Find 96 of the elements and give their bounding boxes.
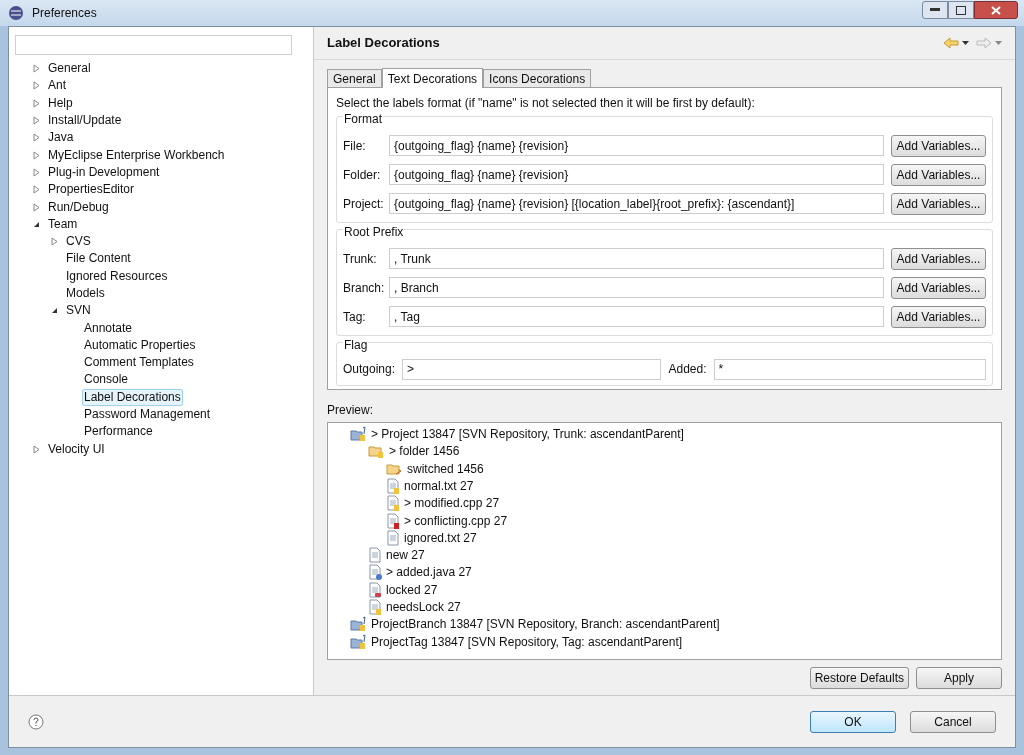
preview-item: > modified.cpp 27: [404, 495, 500, 513]
collapsed-arrow-icon[interactable]: [51, 237, 58, 247]
tree-item[interactable]: Label Decorations: [82, 388, 183, 406]
app-icon: [8, 5, 24, 21]
preview-item: > Project 13847 [SVN Repository, Trunk: ascendantParent]: [371, 426, 684, 444]
tree-item[interactable]: Password Management: [82, 406, 213, 424]
preview-item: new 27: [386, 547, 425, 565]
tree-item[interactable]: Console: [82, 371, 131, 389]
tree-item[interactable]: Install/Update: [46, 112, 124, 130]
tree-item[interactable]: Run/Debug: [46, 198, 111, 216]
tree-item[interactable]: Velocity UI: [46, 440, 107, 458]
file-icon: [386, 477, 400, 494]
field-label: Tag:: [343, 308, 367, 326]
file-icon: [368, 547, 382, 564]
tree-item[interactable]: File Content: [64, 250, 133, 268]
format-field[interactable]: , Trunk: [389, 248, 884, 270]
maximize-button[interactable]: [948, 1, 974, 19]
tree-item[interactable]: Comment Templates: [82, 354, 196, 372]
filter-field[interactable]: [15, 35, 292, 55]
field-label: File:: [343, 137, 367, 155]
field-label: Trunk:: [343, 250, 378, 268]
field-label: Added:: [668, 361, 707, 379]
folder-icon: [386, 461, 403, 476]
tab[interactable]: General: [327, 69, 382, 88]
project-folder-icon: [350, 616, 367, 633]
folder-icon: [368, 444, 385, 459]
maximize-icon: [956, 5, 966, 15]
preview-item: ProjectTag 13847 [SVN Repository, Tag: ascendantParent]: [371, 633, 683, 651]
dialog-button[interactable]: OK: [810, 710, 896, 733]
tab[interactable]: Text Decorations: [381, 68, 484, 89]
tree-item[interactable]: Team: [46, 215, 80, 233]
field-label: Outgoing:: [343, 361, 396, 379]
close-button[interactable]: [974, 1, 1018, 19]
tree-item[interactable]: Ant: [46, 77, 68, 95]
tree-item[interactable]: Plug-in Development: [46, 163, 162, 181]
preview-label: Preview:: [327, 402, 374, 420]
tree-item[interactable]: Models: [64, 285, 107, 302]
add-variables-button[interactable]: Add Variables...: [891, 305, 986, 328]
dropdown-caret-icon[interactable]: [962, 41, 969, 46]
add-variables-button[interactable]: Add Variables...: [891, 134, 986, 157]
preview-item: ProjectBranch 13847 [SVN Repository, Branch: ascendantParent]: [371, 616, 720, 634]
page-title: Label Decorations: [327, 34, 440, 53]
add-variables-button[interactable]: Add Variables...: [891, 163, 986, 186]
add-variables-button[interactable]: Add Variables...: [891, 247, 986, 270]
format-field[interactable]: {outgoing_flag} {name} {revision} [{location_label}{root_prefix}: {ascendant}]: [389, 193, 884, 215]
minimize-icon: [930, 8, 940, 12]
minimize-button[interactable]: [922, 1, 948, 19]
expanded-arrow-icon[interactable]: [51, 307, 58, 315]
project-folder-icon: [350, 633, 367, 650]
field-label: Folder:: [343, 166, 382, 184]
tree-item[interactable]: Java: [46, 129, 76, 147]
field-label: Branch:: [343, 279, 386, 297]
preview-item: needsLock 27: [386, 599, 461, 616]
file-icon: [368, 599, 382, 615]
help-icon[interactable]: [28, 713, 44, 730]
preview-item: locked 27: [386, 581, 438, 599]
close-icon: [991, 5, 1001, 15]
tree-item[interactable]: Annotate: [82, 319, 135, 337]
dialog-button[interactable]: Cancel: [910, 710, 996, 733]
tree-item[interactable]: CVS: [64, 233, 93, 251]
tree-item[interactable]: Performance: [82, 423, 155, 441]
tab[interactable]: Icons Decorations: [483, 69, 592, 88]
tree-item[interactable]: Automatic Properties: [82, 336, 198, 354]
file-icon: [386, 529, 400, 546]
preview-item: > conflicting.cpp 27: [404, 512, 508, 530]
preview-item: normal.txt 27: [404, 477, 474, 495]
instructions-text: Select the labels format (if "name" is not selected then it will be first by default):: [336, 95, 756, 113]
file-icon: [386, 512, 400, 529]
preview-item: > added.java 27: [386, 564, 472, 582]
file-icon: [386, 495, 400, 512]
add-variables-button[interactable]: Add Variables...: [891, 276, 986, 299]
preview-item: > folder 1456: [389, 443, 460, 461]
page-button[interactable]: Apply: [916, 667, 1002, 689]
preview-item: switched 1456: [407, 460, 484, 478]
tree-item[interactable]: PropertiesEditor: [46, 181, 137, 199]
file-icon: [368, 581, 382, 598]
window-title: Preferences: [32, 5, 97, 22]
file-icon: [368, 564, 382, 581]
preview-item: ignored.txt 27: [404, 529, 477, 547]
field-label: Project:: [343, 195, 385, 213]
tree-item[interactable]: SVN: [64, 302, 93, 320]
expanded-arrow-icon[interactable]: [33, 220, 40, 228]
format-field[interactable]: {outgoing_flag} {name} {revision}: [389, 164, 884, 186]
tree-item[interactable]: Ignored Resources: [64, 267, 170, 285]
format-field[interactable]: , Tag: [389, 306, 884, 328]
add-variables-button[interactable]: Add Variables...: [891, 192, 986, 215]
tree-item[interactable]: General: [46, 60, 93, 78]
tree-item[interactable]: MyEclipse Enterprise Workbench: [46, 146, 227, 164]
collapsed-arrow-icon[interactable]: [33, 444, 40, 454]
flag-field[interactable]: *: [713, 358, 986, 380]
format-field[interactable]: {outgoing_flag} {name} {revision}: [389, 135, 884, 157]
flag-field[interactable]: >: [402, 358, 661, 380]
tree-item[interactable]: Help: [46, 94, 75, 112]
project-folder-icon: [350, 426, 367, 443]
page-button[interactable]: Restore Defaults: [809, 667, 909, 689]
format-field[interactable]: , Branch: [389, 277, 884, 299]
